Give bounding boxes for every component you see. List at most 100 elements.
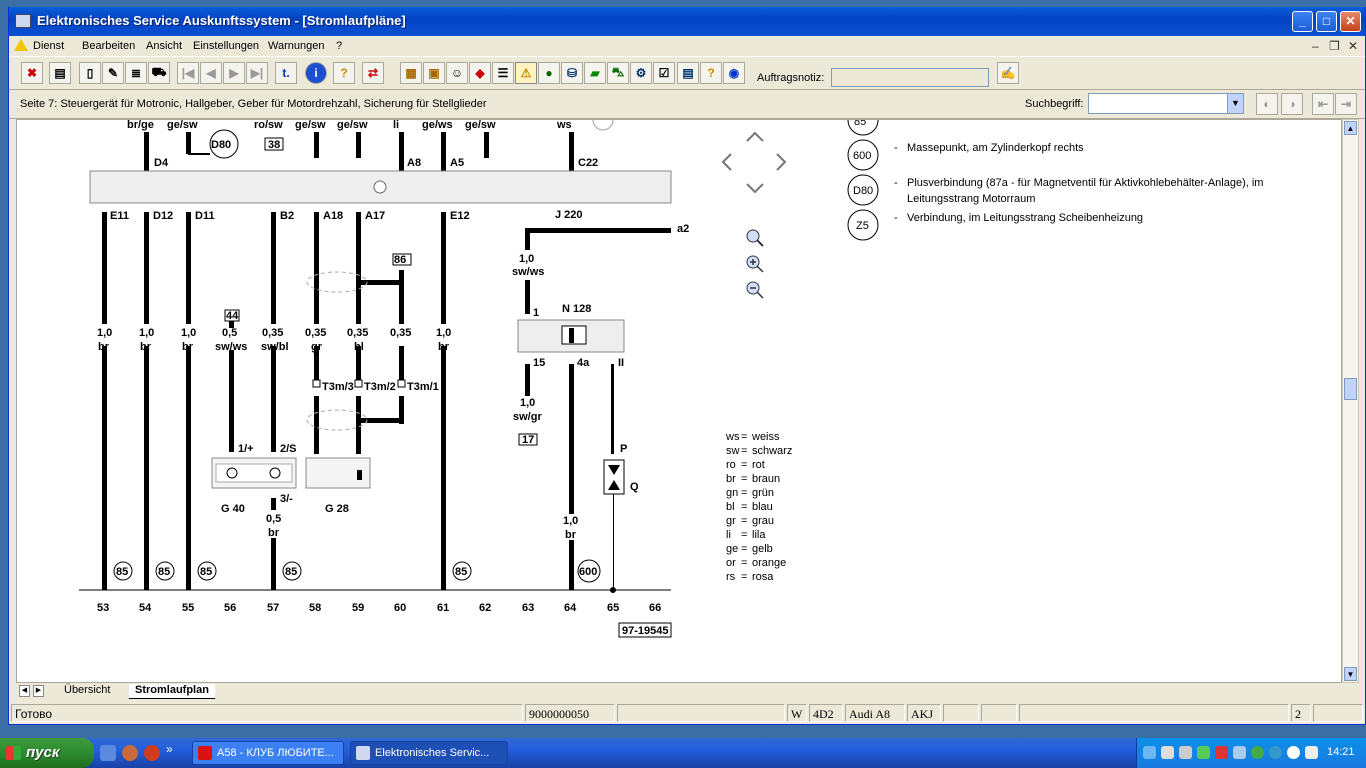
tab-next-icon[interactable]: ▶ xyxy=(33,685,44,697)
media-icon[interactable] xyxy=(122,745,138,761)
clock: 14:21 xyxy=(1327,746,1355,758)
help-icon[interactable]: ? xyxy=(333,62,355,84)
menu-bearbeiten[interactable]: Bearbeiten xyxy=(82,40,135,52)
tray-language-icon[interactable] xyxy=(1233,746,1246,759)
wire-color: gr xyxy=(311,341,323,353)
color-name: lila xyxy=(752,529,766,541)
d80-label: D80 xyxy=(211,139,231,151)
right-arrow-icon[interactable] xyxy=(776,153,787,171)
top-label: ge/ws xyxy=(422,120,453,131)
sphere-icon[interactable]: ◉ xyxy=(723,62,745,84)
pin-label: 15 xyxy=(533,357,545,369)
list-icon[interactable]: ☰ xyxy=(492,62,514,84)
tray-green-icon[interactable] xyxy=(1251,746,1264,759)
tray-skype-icon[interactable] xyxy=(1143,746,1156,759)
task-esa[interactable]: Elektronisches Servic... xyxy=(350,741,508,765)
notes-icon[interactable]: ≣ xyxy=(125,62,147,84)
pin-label: 1 xyxy=(533,307,539,319)
tab-prev-icon[interactable]: ◀ xyxy=(19,685,30,697)
globe-icon[interactable]: ● xyxy=(538,62,560,84)
vehicle-icon[interactable]: ⛍ xyxy=(607,62,629,84)
scroll-down-icon[interactable]: ▼ xyxy=(1344,667,1357,681)
title-bar[interactable]: Elektronisches Service Auskunftssystem -… xyxy=(9,7,1365,36)
search-forward-icon[interactable]: ◑ xyxy=(1281,93,1303,115)
new-document-icon[interactable]: ▯ xyxy=(79,62,101,84)
tray-opera-icon[interactable] xyxy=(1215,746,1228,759)
left-arrow-icon[interactable] xyxy=(721,153,732,171)
diagram-canvas[interactable]: br/ge ge/sw ro/sw ge/sw ge/sw li ge/ws g… xyxy=(16,119,1342,683)
docs-icon[interactable]: ▤ xyxy=(677,62,699,84)
tray-network-icon[interactable] xyxy=(1161,746,1174,759)
manual-icon[interactable]: ▰ xyxy=(584,62,606,84)
connector-label: T3m/3 xyxy=(322,381,354,393)
swap-icon[interactable]: ⇄ xyxy=(362,62,384,84)
question-doc-icon[interactable]: ? xyxy=(700,62,722,84)
next-page-icon[interactable]: ▶ xyxy=(223,62,245,84)
quicklaunch-more-icon[interactable]: » xyxy=(166,742,182,758)
scroll-thumb[interactable] xyxy=(1344,378,1357,400)
minimize-button[interactable]: _ xyxy=(1292,11,1313,32)
explorer-icon[interactable] xyxy=(100,745,116,761)
up-arrow-icon[interactable] xyxy=(746,131,764,142)
tray-blue-icon[interactable] xyxy=(1269,746,1282,759)
sheet-tab-bar: ◀ ▶ Übersicht Stromlaufplan xyxy=(16,683,1359,699)
top-label: ro/sw xyxy=(254,120,283,131)
tray-volume-icon[interactable] xyxy=(1179,746,1192,759)
start-label: пуск xyxy=(26,744,60,761)
browser-icon[interactable] xyxy=(144,745,160,761)
warnings-icon[interactable]: ⚠ xyxy=(515,62,537,84)
menu-ansicht[interactable]: Ansicht xyxy=(146,40,182,52)
zoom-tools[interactable] xyxy=(746,229,764,299)
expand-icon[interactable]: ⇥ xyxy=(1335,93,1357,115)
menu-dienst[interactable]: Dienst xyxy=(33,40,64,52)
search-back-icon[interactable]: ◐ xyxy=(1256,93,1278,115)
start-button[interactable]: пуск xyxy=(0,738,94,768)
print-icon[interactable]: ▤ xyxy=(49,62,71,84)
menu-bar: Dienst Bearbeiten Ansicht Einstellungen … xyxy=(9,36,1365,56)
down-arrow-icon[interactable] xyxy=(746,183,764,194)
mdi-close-button[interactable]: ✕ xyxy=(1348,39,1358,53)
auftragsnotiz-input[interactable] xyxy=(831,68,989,87)
car-icon[interactable]: ⛟ xyxy=(148,62,170,84)
collapse-icon[interactable]: ⇤ xyxy=(1312,93,1334,115)
edit-document-icon[interactable]: ✎ xyxy=(102,62,124,84)
tray-clock-icon[interactable] xyxy=(1287,746,1300,759)
first-page-icon[interactable]: |◀ xyxy=(177,62,199,84)
tab-uebersicht[interactable]: Übersicht xyxy=(58,684,116,699)
vertical-scrollbar[interactable]: ▲ ▼ xyxy=(1342,119,1359,683)
menu-warnungen[interactable]: Warnungen xyxy=(268,40,324,52)
info-icon[interactable]: i xyxy=(305,62,327,84)
search-input[interactable]: ▼ xyxy=(1088,93,1244,114)
tray-app-icon[interactable] xyxy=(1197,746,1210,759)
component-icon[interactable]: ▣ xyxy=(423,62,445,84)
task-opera[interactable]: А58 - КЛУБ ЛЮБИТЕ... xyxy=(192,741,344,765)
jump-icon[interactable]: t. xyxy=(275,62,297,84)
nav-arrows[interactable] xyxy=(721,131,787,194)
mdi-restore-button[interactable]: ❐ xyxy=(1329,39,1340,53)
last-page-icon[interactable]: ▶| xyxy=(246,62,268,84)
color-code: bl xyxy=(726,501,735,513)
pin-label: A5 xyxy=(450,157,464,169)
wiring-diagram: br/ge ge/sw ro/sw ge/sw ge/sw li ge/ws g… xyxy=(79,120,1263,638)
ground-label: 600 xyxy=(579,566,597,578)
database-icon[interactable]: ⛁ xyxy=(561,62,583,84)
menu-einstellungen[interactable]: Einstellungen xyxy=(193,40,259,52)
mdi-minimize-button[interactable]: – xyxy=(1312,39,1319,53)
diagnostic-icon[interactable]: ⚙ xyxy=(630,62,652,84)
close-button[interactable]: ✕ xyxy=(1340,11,1361,32)
legend-id: 600 xyxy=(853,150,871,162)
tray-user-icon[interactable] xyxy=(1305,746,1318,759)
checklist-icon[interactable]: ☑ xyxy=(653,62,675,84)
exit-tool-icon[interactable]: ✖ xyxy=(21,62,43,84)
tab-stromlaufplan[interactable]: Stromlaufplan xyxy=(129,684,215,699)
scroll-up-icon[interactable]: ▲ xyxy=(1344,121,1357,135)
notes-edit-icon[interactable]: ✍ xyxy=(997,62,1019,84)
prev-page-icon[interactable]: ◀ xyxy=(200,62,222,84)
page-info: Seite 7: Steuergerät für Motronic, Hallg… xyxy=(20,98,487,110)
book-icon[interactable]: ◆ xyxy=(469,62,491,84)
module-icon[interactable]: ▦ xyxy=(400,62,422,84)
search-dropdown-icon[interactable]: ▼ xyxy=(1227,94,1243,113)
menu-help[interactable]: ? xyxy=(336,40,342,52)
mechanic-icon[interactable]: ☺ xyxy=(446,62,468,84)
maximize-button[interactable]: □ xyxy=(1316,11,1337,32)
